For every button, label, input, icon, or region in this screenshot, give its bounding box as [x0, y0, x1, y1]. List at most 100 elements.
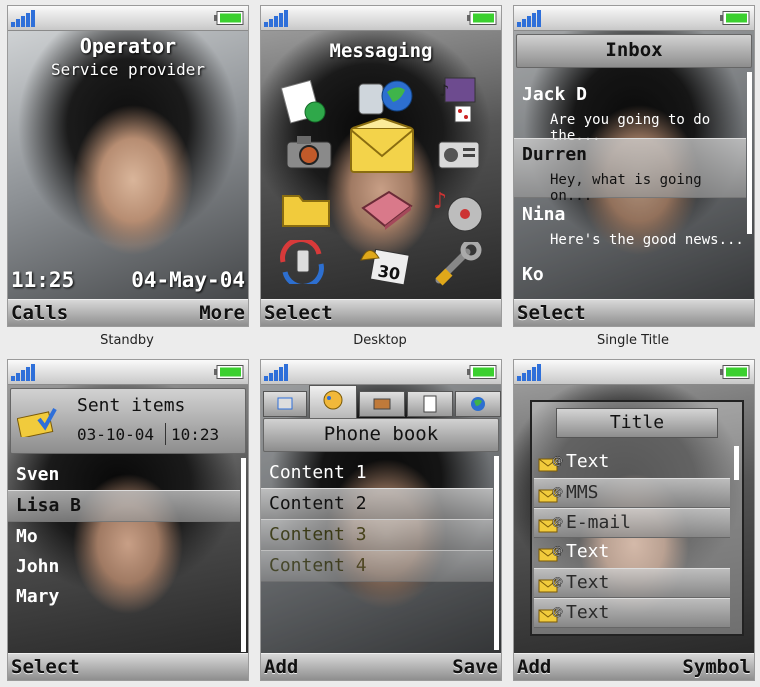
service-provider: Service provider	[50, 60, 206, 79]
sent-date: 03-10-04	[77, 425, 155, 444]
scrollbar[interactable]	[241, 458, 246, 652]
status-bar	[261, 6, 501, 31]
signal-strength-icon	[11, 10, 35, 27]
sent-envelope-icon	[17, 408, 57, 437]
softkey-bar: Calls More	[8, 299, 248, 326]
tab-internet[interactable]	[455, 391, 501, 417]
status-bar	[514, 6, 754, 31]
svg-text:@: @	[552, 454, 563, 467]
signal-strength-icon	[264, 364, 288, 381]
scrollbar[interactable]	[494, 456, 499, 650]
svg-text:@: @	[552, 544, 563, 557]
file-folder-icon[interactable]	[281, 188, 331, 228]
sent-time: 10:23	[171, 425, 220, 444]
battery-icon	[720, 365, 750, 379]
list-item[interactable]: Ko	[514, 258, 746, 294]
svg-text:30: 30	[376, 261, 401, 284]
clock: 11:25	[11, 268, 75, 292]
tab-contacts[interactable]	[309, 385, 357, 419]
contacts-globe-icon[interactable]	[357, 76, 415, 120]
svg-text:@: @	[552, 605, 563, 618]
popup-item-label: Text	[566, 602, 610, 623]
standby-screen: Operator Service provider 11:25 04-May-0…	[7, 5, 249, 327]
popup-title: Title	[609, 412, 665, 433]
page-title: Sent items	[77, 395, 186, 416]
popup-item-selected[interactable]: @ MMS	[534, 478, 730, 508]
signal-strength-icon	[517, 10, 541, 27]
battery-icon	[214, 11, 244, 25]
scrollbar[interactable]	[734, 446, 739, 480]
tab-settings[interactable]	[359, 391, 405, 417]
media-icon[interactable]: ♪	[435, 76, 481, 126]
list-item-label: Content 1	[269, 462, 367, 483]
popup-item[interactable]: @ Text	[534, 538, 730, 566]
list-item-selected[interactable]: Content 4	[261, 550, 493, 582]
list-item[interactable]: Mary	[8, 582, 240, 612]
music-player-icon[interactable]: ♪	[431, 184, 487, 234]
radio-icon[interactable]	[437, 136, 483, 172]
select-softkey[interactable]: Select	[11, 656, 80, 678]
email-envelope-icon: @	[538, 454, 563, 472]
symbol-softkey[interactable]: Symbol	[682, 656, 751, 678]
settings-wrench-icon[interactable]	[433, 242, 483, 286]
save-softkey[interactable]: Save	[452, 656, 498, 678]
popup-item-selected[interactable]: @ Text	[534, 598, 730, 628]
popup-item-label: Text	[566, 451, 610, 472]
organizer-book-icon[interactable]	[359, 188, 415, 230]
messaging-envelope-icon[interactable]	[349, 118, 415, 178]
list-item-selected[interactable]: Content 3	[261, 519, 493, 551]
scrollbar[interactable]	[747, 72, 752, 234]
caption-desktop: Desktop	[353, 333, 407, 348]
calls-softkey[interactable]: Calls	[11, 302, 68, 324]
email-envelope-icon: @	[538, 575, 563, 593]
select-softkey[interactable]: Select	[517, 302, 586, 324]
camera-icon[interactable]	[285, 132, 335, 172]
select-softkey[interactable]: Select	[264, 302, 333, 324]
tab-messages[interactable]	[263, 391, 307, 417]
list-item[interactable]: Nina Here's the good news...	[514, 198, 746, 256]
sender-name: Jack D	[522, 84, 588, 105]
list-item-selected[interactable]: Lisa B	[8, 490, 240, 522]
sender-name: Durren	[522, 144, 588, 165]
list-item[interactable]: Content 1	[261, 458, 493, 488]
connectivity-icon[interactable]	[275, 240, 329, 284]
popup-screen: Title @ Text @ MMS @ E-mail @ Text @ Text @ Text Ad…	[513, 359, 755, 681]
more-softkey[interactable]: More	[199, 302, 245, 324]
list-item[interactable]: Sven	[8, 460, 240, 490]
popup-item-selected[interactable]: @ Text	[534, 568, 730, 598]
add-softkey[interactable]: Add	[517, 656, 551, 678]
svg-text:♪: ♪	[439, 81, 449, 100]
calendar-alarm-icon[interactable]: 30	[359, 240, 411, 286]
settings-icon	[373, 398, 391, 410]
notes-icon	[423, 395, 437, 413]
list-item-selected[interactable]: Durren Hey, what is going on...	[514, 138, 746, 204]
list-item-label: Mo	[16, 526, 38, 547]
status-bar	[261, 360, 501, 385]
list-item-label: Content 4	[269, 555, 367, 576]
tab-notes[interactable]	[407, 391, 453, 417]
date: 04-May-04	[131, 268, 245, 292]
battery-icon	[214, 365, 244, 379]
list-item-selected[interactable]: Content 2	[261, 488, 493, 520]
list-item[interactable]: Jack D Are you going to do the...	[514, 78, 746, 144]
add-softkey[interactable]: Add	[264, 656, 298, 678]
phone-book-screen: Phone book Content 1 Content 2 Content 3…	[260, 359, 502, 681]
list-item[interactable]: John	[8, 552, 240, 582]
status-bar	[514, 360, 754, 385]
title-bar: Phone book	[263, 418, 499, 452]
sent-items-screen: Sent items 03-10-04 10:23 Sven Lisa B Mo…	[7, 359, 249, 681]
tab-bar	[261, 385, 501, 419]
popup-item[interactable]: @ Text	[534, 448, 730, 476]
message-icon	[277, 397, 293, 410]
documents-icon[interactable]	[279, 80, 327, 126]
popup-item-label: MMS	[566, 482, 599, 503]
popup-item-selected[interactable]: @ E-mail	[534, 508, 730, 538]
svg-text:@: @	[552, 485, 563, 498]
title-bar: Sent items 03-10-04 10:23	[10, 388, 246, 454]
list-item-label: John	[16, 556, 60, 577]
page-title: Inbox	[605, 39, 663, 61]
email-envelope-icon: @	[538, 485, 563, 503]
svg-text:♪: ♪	[433, 189, 447, 214]
softkey-bar: Select	[8, 653, 248, 680]
list-item[interactable]: Mo	[8, 522, 240, 552]
